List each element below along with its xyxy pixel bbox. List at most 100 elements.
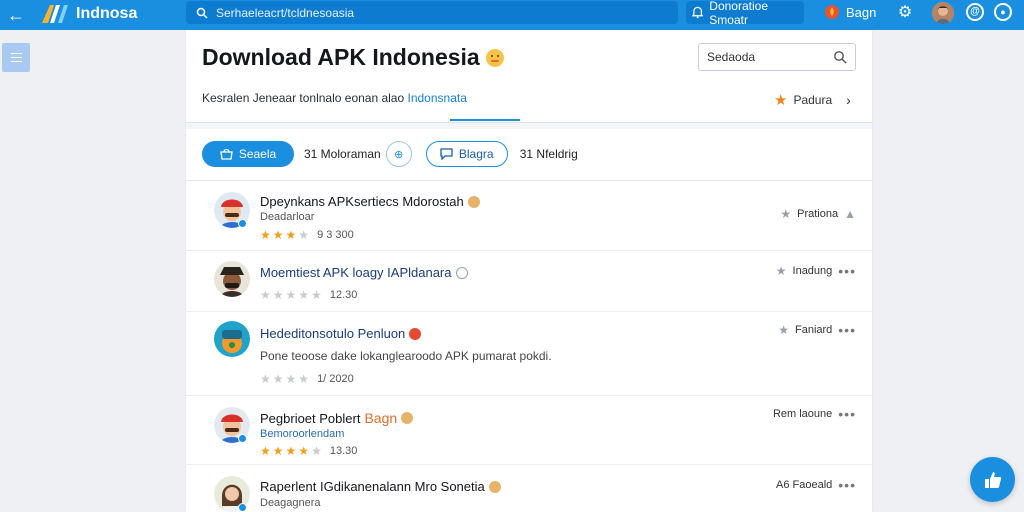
- star-icon: ★: [272, 288, 284, 302]
- more-options-icon[interactable]: •••: [838, 263, 856, 279]
- avatar: [214, 261, 250, 297]
- rating-stars: ★ ★ ★ ★ 9 3 300: [260, 228, 354, 242]
- more-options-icon[interactable]: •••: [838, 477, 856, 493]
- star-icon: ★: [298, 228, 310, 242]
- star-icon: ★: [298, 288, 310, 302]
- page-title-text: Download APK Indonesia: [202, 44, 480, 70]
- top-bar: ← Indnosa Serhaeleacrt/tcldnesoasia Dono…: [0, 0, 1024, 30]
- active-tab-indicator: [450, 119, 520, 121]
- list-item-description: Pone teoose dake lokanglearoodo APK puma…: [260, 349, 552, 363]
- list-item-action[interactable]: ★ Faniard •••: [778, 322, 856, 338]
- chat-icon: [440, 148, 453, 160]
- notification-label: Donoratioe Smoatr: [709, 0, 768, 27]
- logo-text: Indnosa: [76, 5, 138, 22]
- list-item-title-text: Moemtiest APK loagy IAPldanara: [260, 265, 452, 280]
- star-icon: ★: [260, 288, 271, 302]
- list-item-action-label: Faniard: [794, 324, 833, 336]
- star-icon: ★: [260, 444, 271, 458]
- thumbs-up-icon: [984, 471, 1001, 488]
- filter-count: 31 Nfeldrig: [519, 147, 578, 161]
- global-search-input[interactable]: Serhaeleacrt/tcldnesoasia: [186, 1, 678, 24]
- filter-outline-label: Blagra: [458, 147, 494, 161]
- star-icon: ★: [272, 372, 284, 386]
- floating-action-button[interactable]: [970, 457, 1015, 502]
- list-item[interactable]: Dpeynkans APKsertiecs Mdorostah Deadarlo…: [186, 181, 872, 251]
- search-icon: [834, 51, 847, 64]
- list-item-subtitle: Deadarloar: [260, 211, 315, 223]
- info-icon: [455, 266, 468, 279]
- page-title: Download APK Indonesia: [202, 44, 504, 71]
- star-icon: ★: [298, 372, 310, 386]
- list-item-title: Pegbrioet Poblert Bagn: [260, 410, 414, 426]
- settings-gear-icon[interactable]: ⚙: [896, 4, 914, 22]
- list-item-action-label: Inadung: [792, 265, 833, 277]
- star-icon: ★: [780, 207, 792, 221]
- expand-icon[interactable]: ⊕: [385, 141, 412, 167]
- filter-primary-button[interactable]: Seaela: [202, 141, 294, 167]
- rating-number: 9 3 300: [317, 229, 354, 241]
- rating-number: 12.30: [329, 289, 358, 301]
- user-avatar[interactable]: [932, 2, 954, 24]
- list-item-title-text: Raperlent IGdikanenalann Mro Sonetia: [260, 479, 485, 494]
- list-item-action-label: Prationa: [797, 208, 839, 220]
- info-circle-icon[interactable]: ●: [994, 3, 1012, 21]
- list-item-action[interactable]: A6 Faoeald •••: [776, 477, 856, 493]
- list-item[interactable]: Raperlent IGdikanenalann Mro Sonetia Dea…: [186, 465, 872, 512]
- search-icon: [196, 7, 208, 19]
- thumbs-up-icon[interactable]: ▲: [844, 207, 856, 221]
- rating-stars: ★ ★ ★ ★ ★ 12.30: [260, 288, 357, 302]
- list-item-action-label: A6 Faoeald: [776, 479, 833, 491]
- list-item-subtitle: Bemoroorlendam: [260, 428, 345, 440]
- star-icon: ★: [285, 228, 297, 242]
- filter-primary-label: Seaela: [238, 147, 277, 161]
- more-options-icon[interactable]: •••: [838, 322, 856, 338]
- hamburger-menu-button[interactable]: [2, 43, 30, 72]
- list-item[interactable]: Pegbrioet Poblert Bagn Bemoroorlendam ★ …: [186, 396, 872, 465]
- star-icon: ★: [298, 444, 310, 458]
- notification-button[interactable]: Donoratioe Smoatr: [686, 0, 804, 27]
- main-panel: Download APK Indonesia Sedaoda Kesralen …: [186, 30, 872, 512]
- pirate-avatar-icon: [214, 261, 250, 297]
- panel-search-input[interactable]: Sedaoda: [698, 43, 856, 71]
- account-circle-icon[interactable]: @: [966, 3, 984, 21]
- list-item[interactable]: Moemtiest APK loagy IAPldanara ★ ★ ★ ★ ★…: [186, 251, 872, 312]
- list-item-action[interactable]: Rem laoune •••: [773, 406, 856, 422]
- breadcrumb: Kesralen Jeneaar tonlnalo eonan alao Ind…: [202, 91, 467, 105]
- breadcrumb-text: Kesralen Jeneaar tonlnalo eonan alao: [202, 91, 408, 105]
- verified-badge-icon: [238, 503, 247, 512]
- verified-badge-icon: [238, 219, 247, 228]
- badge-thumb-icon: [401, 412, 414, 424]
- more-options-icon[interactable]: •••: [838, 406, 856, 422]
- badge-thumb-icon: [488, 480, 501, 493]
- breadcrumb-link[interactable]: Indonsnata: [408, 91, 467, 105]
- filter-bar: Seaela 31 Moloraman ⊕ Blagra 31 Nfeldrig: [202, 141, 578, 167]
- filter-count: 31 Moloraman: [304, 147, 381, 161]
- list-item-title: Dpeynkans APKsertiecs Mdorostah: [260, 194, 480, 209]
- app-icon: [214, 321, 250, 357]
- list-item-title-text: Pegbrioet Poblert: [260, 410, 361, 426]
- list-item[interactable]: Hededitonsotulo Penluon Pone teoose dake…: [186, 312, 872, 396]
- popular-label: Padura: [793, 93, 833, 107]
- apk-logo-icon: [42, 5, 68, 23]
- app-logo[interactable]: Indnosa: [40, 3, 137, 25]
- star-icon: ★: [285, 372, 297, 386]
- bell-icon: [692, 6, 704, 19]
- list-item-action-label: Rem laoune: [772, 408, 833, 420]
- star-icon: ★: [285, 288, 297, 302]
- list-item-action[interactable]: ★ Inadung •••: [776, 263, 856, 279]
- rating-stars: ★ ★ ★ ★ 1/ 2020: [260, 372, 354, 386]
- verified-badge-icon: [238, 434, 247, 443]
- star-icon: ★: [260, 228, 271, 242]
- star-icon: ★: [774, 92, 788, 109]
- rating-number: 13.30: [329, 445, 358, 457]
- menu-line-icon: [10, 53, 22, 54]
- filter-outline-button[interactable]: Blagra: [425, 141, 508, 167]
- bagn-menu[interactable]: Bagn: [824, 4, 876, 20]
- star-icon: ★: [272, 228, 284, 242]
- popular-link[interactable]: ★ Padura ›: [774, 91, 851, 109]
- back-arrow-icon[interactable]: ←: [6, 5, 26, 25]
- star-icon: ★: [285, 444, 297, 458]
- list-item-action[interactable]: ★ Prationa ▲: [780, 207, 856, 221]
- star-icon: ★: [778, 323, 789, 337]
- chevron-right-icon: ›: [846, 92, 851, 108]
